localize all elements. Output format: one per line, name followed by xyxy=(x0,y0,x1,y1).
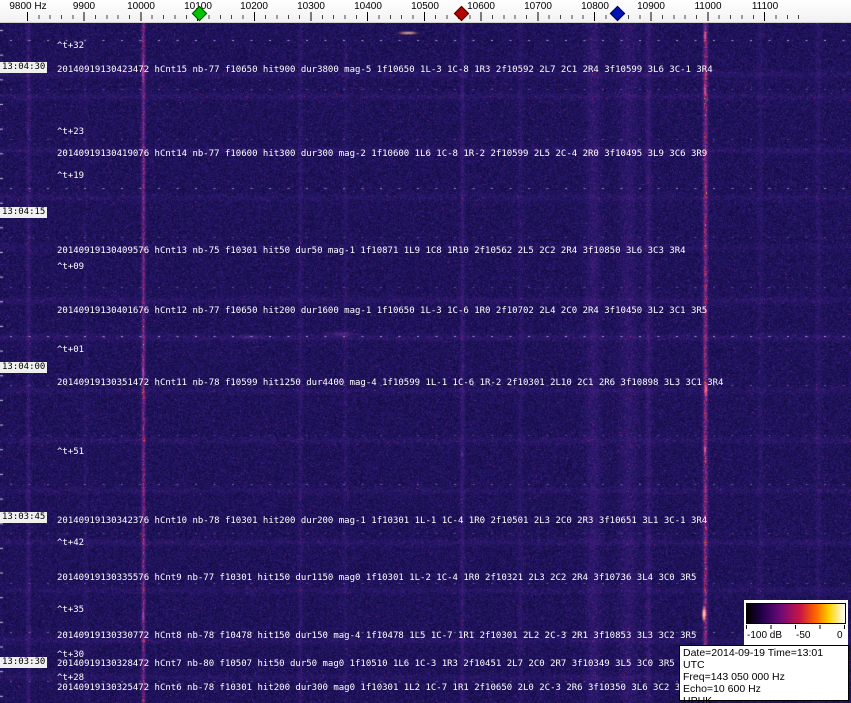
detection-tag: ^t+19 xyxy=(57,171,85,181)
detection-tag: ^t+09 xyxy=(57,262,85,272)
freq-tick-label: 10300 xyxy=(297,1,325,12)
db-scale-ticks xyxy=(746,625,846,629)
detection-log-line: 20140919130351472 hCnt11 nb-78 f10599 hi… xyxy=(57,378,724,388)
freq-tick-label: 10500 xyxy=(411,1,439,12)
freq-tick-label: 10700 xyxy=(524,1,552,12)
info-echo-line: Echo=10 600 Hz xyxy=(683,683,761,695)
detection-log-line: 20140919130342376 hCnt10 nb-78 f10301 hi… xyxy=(57,516,708,526)
time-label: 13:04:15 xyxy=(0,207,48,218)
info-box: Date=2014-09-19 Time=13:01 UTC Freq=143 … xyxy=(679,645,849,703)
detection-log-line: 20140919130328472 hCnt7 nb-80 f10507 hit… xyxy=(57,659,675,669)
info-station-line: HPHK xyxy=(683,695,713,703)
freq-tick-label: 9800 Hz xyxy=(9,1,47,12)
spectrogram-app: 9800 Hz 9900 10000 10100 10200 10300 104… xyxy=(0,0,851,703)
db-max-label: 0 xyxy=(837,630,843,641)
freq-tick-label: 10900 xyxy=(637,1,665,12)
info-date-line: Date=2014-09-19 Time=13:01 UTC xyxy=(683,647,824,671)
time-label: 13:04:00 xyxy=(0,362,48,373)
detection-log-line: 20140919130401676 hCnt12 nb-77 f10650 hi… xyxy=(57,306,708,316)
info-freq-line: Freq=143 050 000 Hz xyxy=(683,671,785,683)
time-label: 13:04:30 xyxy=(0,62,48,73)
detection-log-line: 20140919130330772 hCnt8 nb-78 f10478 hit… xyxy=(57,631,697,641)
detection-log-line: 20140919130325472 hCnt6 nb-78 f10301 hit… xyxy=(57,683,691,693)
freq-tick-label: 10600 xyxy=(467,1,495,12)
detection-tag: ^t+28 xyxy=(57,673,85,683)
detection-tag: ^t+35 xyxy=(57,605,85,615)
frequency-axis: 9800 Hz 9900 10000 10100 10200 10300 104… xyxy=(0,0,851,23)
detection-log-line: 20140919130409576 hCnt13 nb-75 f10301 hi… xyxy=(57,246,686,256)
detection-log-line: 20140919130419076 hCnt14 nb-77 f10600 hi… xyxy=(57,149,708,159)
db-min-label: -100 dB xyxy=(747,630,783,641)
freq-tick-label: 10800 xyxy=(581,1,609,12)
freq-tick-label: 11100 xyxy=(751,1,779,12)
freq-tick-label: 10000 xyxy=(127,1,155,12)
freq-major-ticks xyxy=(27,12,809,21)
detection-tag: ^t+42 xyxy=(57,538,85,548)
freq-tick-label: 9900 xyxy=(72,1,96,12)
detection-tag: ^t+23 xyxy=(57,127,85,137)
time-label: 13:03:45 xyxy=(0,512,48,523)
detection-log-line: 20140919130423472 hCnt15 nb-77 f10650 hi… xyxy=(57,65,713,75)
time-label: 13:03:30 xyxy=(0,657,48,668)
db-mid-label: -50 xyxy=(796,630,811,641)
detection-tag: ^t+32 xyxy=(57,41,85,51)
db-color-gradient xyxy=(746,603,846,624)
detection-log-line: 20140919130335576 hCnt9 nb-77 f10301 hit… xyxy=(57,573,697,583)
db-scale-bar: -100 dB -50 0 xyxy=(744,600,848,645)
freq-tick-label: 11000 xyxy=(694,1,722,12)
detection-tag: ^t+01 xyxy=(57,345,85,355)
spectrogram-canvas xyxy=(0,22,851,703)
freq-tick-label: 10400 xyxy=(354,1,382,12)
freq-tick-label: 10200 xyxy=(240,1,268,12)
detection-tag: ^t+51 xyxy=(57,447,85,457)
